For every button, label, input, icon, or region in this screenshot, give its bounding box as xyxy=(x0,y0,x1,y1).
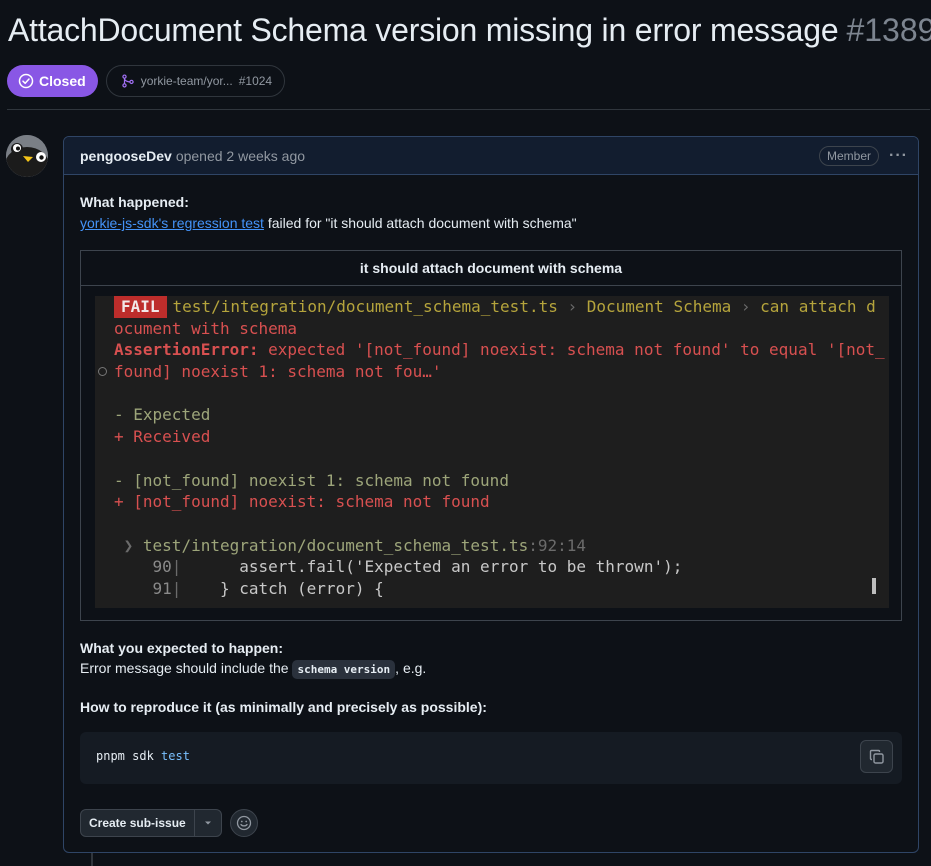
command-text: pnpm sdk xyxy=(96,749,162,763)
what-happened-text: yorkie-js-sdk's regression test failed f… xyxy=(80,215,577,231)
terminal-marker-icon xyxy=(98,367,107,376)
git-merge-icon xyxy=(122,74,134,88)
issue-state-row: Closed yorkie-team/yor... #1024 xyxy=(7,65,286,97)
terminal-screenshot: FAIL test/integration/document_schema_tes… xyxy=(95,296,889,608)
closed-state-badge: Closed xyxy=(7,65,98,97)
terminal-scrollbar xyxy=(872,578,876,594)
comment-header: pengooseDev opened 2 weeks ago Member ··… xyxy=(64,137,918,175)
more-options-icon[interactable]: ··· xyxy=(889,147,908,165)
create-sub-issue-group: Create sub-issue xyxy=(80,809,222,837)
comment-timestamp[interactable]: opened 2 weeks ago xyxy=(176,148,305,164)
timeline-line xyxy=(91,852,93,866)
diff-received-label: + Received xyxy=(114,427,211,447)
issue-title: AttachDocument Schema version missing in… xyxy=(8,12,839,48)
linked-pr-repo: yorkie-team/yor... xyxy=(140,74,233,88)
copy-code-button[interactable] xyxy=(860,740,893,773)
linked-pull-request[interactable]: yorkie-team/yor... #1024 xyxy=(105,65,286,97)
screenshot-table: it should attach document with schema FA… xyxy=(80,250,902,621)
linked-pr-number: #1024 xyxy=(238,74,273,88)
expected-heading: What you expected to happen: xyxy=(80,640,284,656)
assertion-error-cont: found] noexist 1: schema not fou…' xyxy=(114,362,442,382)
expected-text-after: , e.g. xyxy=(395,660,427,676)
fail-test-b: ocument with schema xyxy=(114,318,298,338)
add-reaction-button[interactable] xyxy=(229,809,258,837)
assertion-error-text: expected '[not_found] noexist: schema no… xyxy=(258,340,885,360)
check-circle-icon xyxy=(18,73,34,89)
issue-title-row: AttachDocument Schema version missing in… xyxy=(8,12,931,52)
fail-test-a: can attach d xyxy=(760,297,876,316)
sub-issue-dropdown-button[interactable] xyxy=(195,810,221,836)
diff-expected-label: - Expected xyxy=(114,405,211,425)
expected-text-before: Error message should include the xyxy=(80,660,293,676)
comment-footer: Create sub-issue xyxy=(80,809,258,837)
header-divider xyxy=(7,109,930,110)
code-line-90: assert.fail('Expected an error to be thr… xyxy=(181,557,683,577)
comment-author[interactable]: pengooseDev xyxy=(80,148,172,164)
fail-label: FAIL xyxy=(114,296,167,318)
reproduce-command: pnpm sdk test xyxy=(96,749,190,763)
avatar[interactable] xyxy=(6,135,48,177)
code-line-91-number: 91 xyxy=(152,578,172,598)
reproduce-code-block: pnpm sdk test xyxy=(80,732,902,784)
penguin-avatar-icon xyxy=(6,135,48,177)
trace-file: test/integration/document_schema_test.ts xyxy=(142,535,529,555)
issue-number: #1389 xyxy=(846,12,931,48)
regression-test-link[interactable]: yorkie-js-sdk's regression test xyxy=(80,215,264,231)
closed-state-label: Closed xyxy=(39,73,86,89)
issue-comment: pengooseDev opened 2 weeks ago Member ··… xyxy=(63,136,919,853)
code-line-91: } catch (error) { xyxy=(181,578,384,598)
schema-version-code: schema version xyxy=(292,660,396,679)
copy-icon xyxy=(869,749,884,764)
trace-position: :92:14 xyxy=(528,535,587,555)
fail-suite: Document Schema xyxy=(586,297,732,316)
triangle-down-icon xyxy=(204,821,211,825)
command-keyword: test xyxy=(161,749,190,763)
reproduce-heading: How to reproduce it (as minimally and pr… xyxy=(80,699,487,715)
fail-sep-1: › xyxy=(557,297,587,316)
code-line-90-number: 90 xyxy=(152,557,172,577)
failed-text: failed for "it should attach document wi… xyxy=(263,215,577,231)
fail-file: test/integration/document_schema_test.ts xyxy=(172,297,558,316)
member-role-badge: Member xyxy=(819,145,880,166)
expected-text: Error message should include the schema … xyxy=(80,660,427,679)
assertion-error-label: AssertionError: xyxy=(114,340,259,360)
diff-minus-line: - [not_found] noexist 1: schema not foun… xyxy=(114,470,509,490)
fail-sep-2: › xyxy=(731,297,761,316)
table-header: it should attach document with schema xyxy=(81,251,901,286)
smiley-icon xyxy=(236,815,251,831)
trace-arrow: ❯ xyxy=(123,535,143,555)
diff-plus-line: + [not_found] noexist: schema not found xyxy=(114,492,490,512)
create-sub-issue-button[interactable]: Create sub-issue xyxy=(81,810,195,836)
what-happened-heading: What happened: xyxy=(80,194,189,210)
